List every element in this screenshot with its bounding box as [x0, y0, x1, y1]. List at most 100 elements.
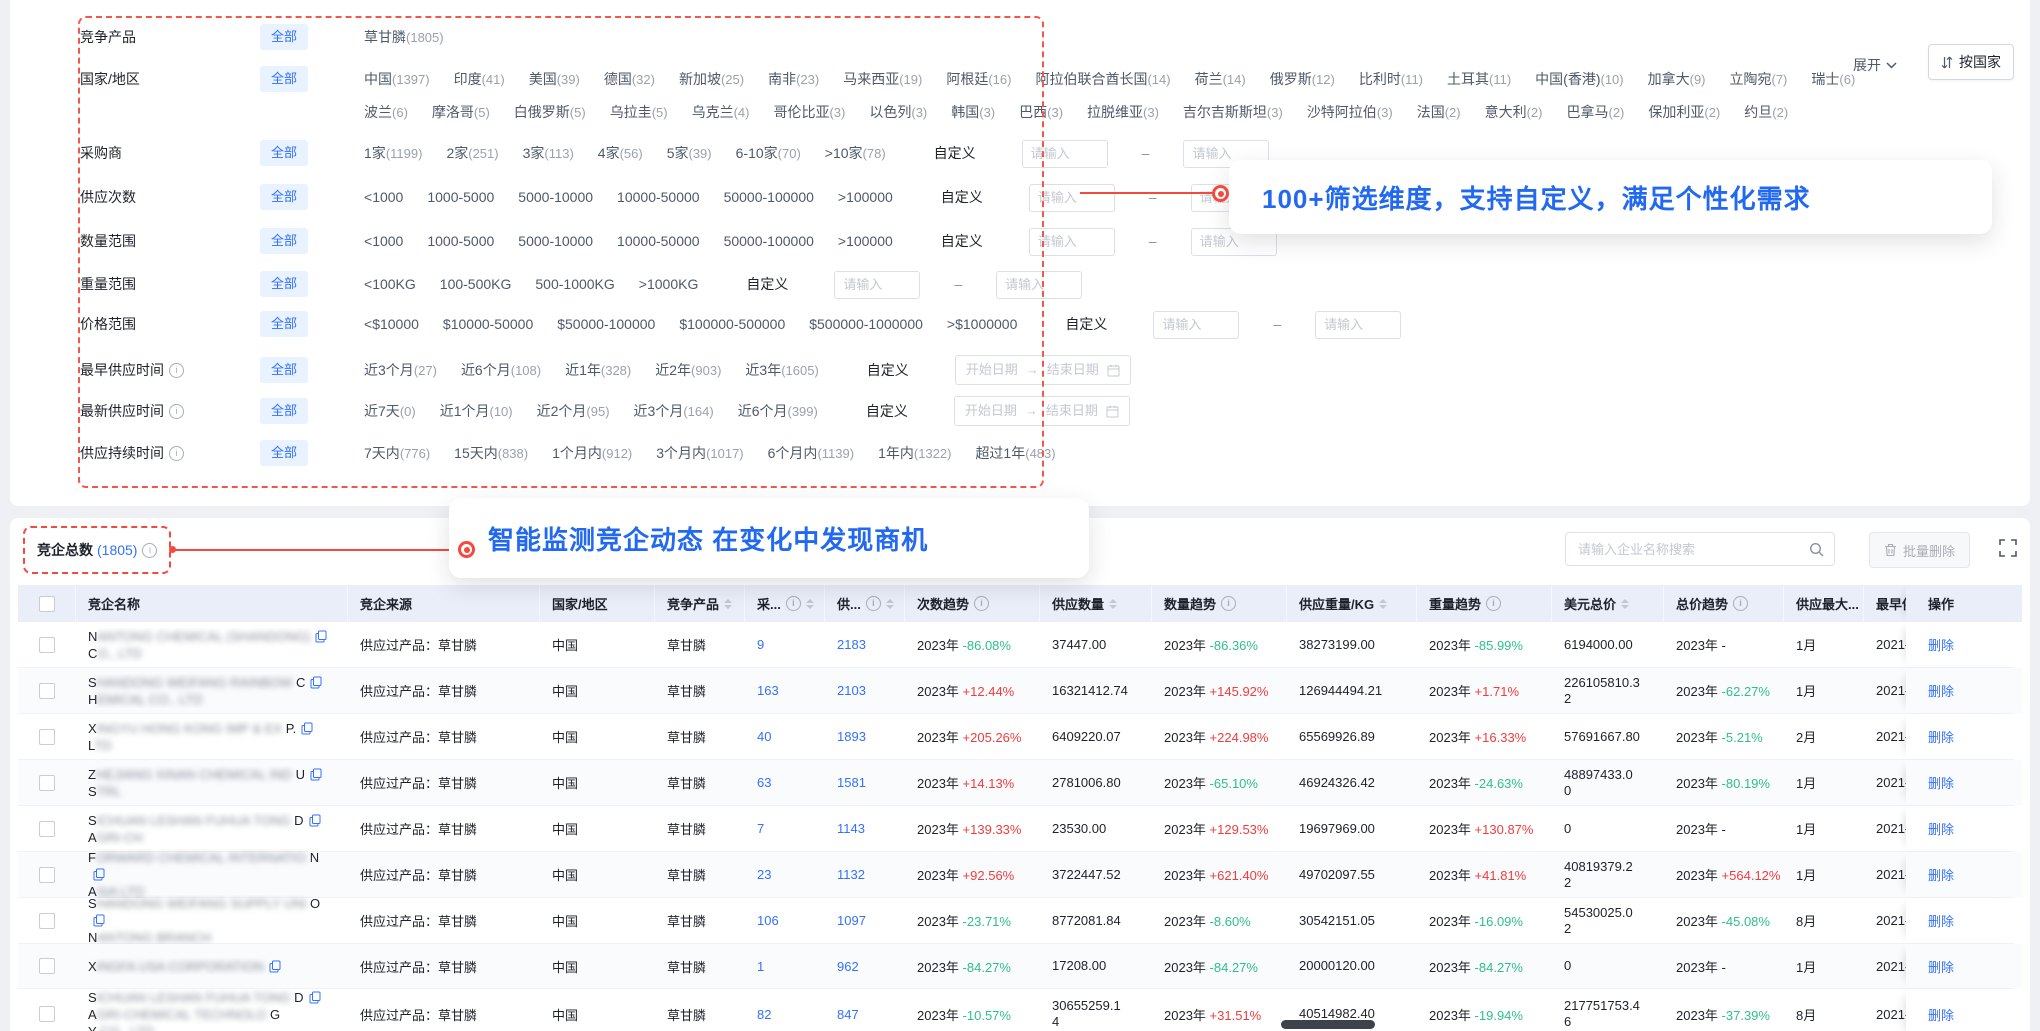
filter-option[interactable]: 瑞士(6) — [1811, 64, 1855, 95]
filter-min-input[interactable] — [1029, 228, 1115, 256]
row-checkbox[interactable] — [39, 1006, 55, 1022]
filter-option[interactable]: 韩国(3) — [951, 97, 995, 128]
row-checkbox[interactable] — [39, 821, 55, 837]
filter-custom-label[interactable]: 自定义 — [1065, 309, 1107, 339]
filter-min-input[interactable] — [1153, 311, 1239, 339]
row-checkbox[interactable] — [39, 958, 55, 974]
info-icon[interactable]: i — [142, 543, 157, 558]
buyers-count-link[interactable]: 7 — [757, 821, 764, 836]
delete-link[interactable]: 删除 — [1928, 635, 1954, 654]
supply-times-link[interactable]: 962 — [837, 959, 859, 974]
filter-all-chip[interactable]: 全部 — [260, 66, 308, 92]
filter-option[interactable]: 4家(56) — [598, 138, 643, 169]
filter-custom-label[interactable]: 自定义 — [941, 182, 983, 212]
filter-option[interactable]: 10000-50000 — [617, 226, 700, 256]
filter-option[interactable]: $10000-50000 — [443, 309, 533, 339]
supply-times-link[interactable]: 2183 — [837, 637, 866, 652]
fullscreen-icon[interactable] — [1998, 538, 2020, 560]
filter-option[interactable]: 摩洛哥(5) — [432, 97, 490, 128]
company-search-input[interactable] — [1576, 541, 1809, 558]
copy-icon[interactable] — [301, 722, 313, 735]
filter-option[interactable]: 2家(251) — [446, 138, 498, 169]
filter-option[interactable]: >$1000000 — [947, 309, 1017, 339]
row-checkbox[interactable] — [39, 775, 55, 791]
row-checkbox[interactable] — [39, 867, 55, 883]
filter-option[interactable]: 近3年(1605) — [745, 355, 818, 386]
copy-icon[interactable] — [309, 814, 321, 827]
copy-icon[interactable] — [310, 676, 322, 689]
supply-times-link[interactable]: 1581 — [837, 775, 866, 790]
filter-option[interactable]: 乌拉圭(5) — [610, 97, 668, 128]
search-icon[interactable] — [1809, 542, 1824, 557]
filter-option[interactable]: 3家(113) — [523, 138, 574, 169]
filter-option[interactable]: >10家(78) — [825, 138, 886, 169]
filter-option[interactable]: 比利时(11) — [1359, 64, 1423, 95]
filter-max-input[interactable] — [1315, 311, 1401, 339]
supply-times-link[interactable]: 847 — [837, 1007, 859, 1022]
by-country-button[interactable]: 按国家 — [1928, 44, 2014, 80]
filter-option[interactable]: >1000KG — [639, 269, 699, 299]
filter-option[interactable]: $500000-1000000 — [809, 309, 923, 339]
expand-toggle[interactable]: 展开 — [1853, 50, 1897, 80]
buyers-count-link[interactable]: 82 — [757, 1007, 771, 1022]
delete-link[interactable]: 删除 — [1928, 911, 1954, 930]
filter-option[interactable]: 南非(23) — [768, 64, 819, 95]
sort-icon[interactable] — [806, 599, 814, 609]
filter-option[interactable]: <$10000 — [364, 309, 419, 339]
filter-option[interactable]: $100000-500000 — [679, 309, 785, 339]
filter-all-chip[interactable]: 全部 — [260, 311, 308, 337]
buyers-count-link[interactable]: 9 — [757, 637, 764, 652]
copy-icon[interactable] — [93, 914, 105, 927]
supply-times-link[interactable]: 1143 — [837, 821, 865, 836]
filter-option[interactable]: 1家(1199) — [364, 138, 422, 169]
filter-option[interactable]: 以色列(3) — [869, 97, 927, 128]
filter-option[interactable]: 沙特阿拉伯(3) — [1307, 97, 1393, 128]
row-checkbox[interactable] — [39, 729, 55, 745]
filter-option[interactable]: 10000-50000 — [617, 182, 700, 212]
filter-option[interactable]: <1000 — [364, 226, 403, 256]
filter-option[interactable]: 吉尔吉斯斯坦(3) — [1183, 97, 1283, 128]
filter-option[interactable]: 加拿大(9) — [1648, 64, 1706, 95]
filter-min-input[interactable] — [1022, 140, 1108, 168]
filter-option[interactable]: 近2年(903) — [655, 355, 721, 386]
buyers-count-link[interactable]: 23 — [757, 867, 771, 882]
copy-icon[interactable] — [315, 630, 327, 643]
delete-link[interactable]: 删除 — [1928, 957, 1954, 976]
filter-option[interactable]: 近7天(0) — [364, 396, 416, 427]
filter-option[interactable]: 阿拉伯联合酋长国(14) — [1035, 64, 1170, 95]
filter-option[interactable]: 德国(32) — [604, 64, 655, 95]
filter-custom-label[interactable]: 自定义 — [866, 396, 908, 426]
filter-option[interactable]: 5家(39) — [667, 138, 712, 169]
delete-link[interactable]: 删除 — [1928, 773, 1954, 792]
filter-all-chip[interactable]: 全部 — [260, 228, 308, 254]
filter-min-input[interactable] — [834, 271, 920, 299]
filter-option[interactable]: <100KG — [364, 269, 416, 299]
sort-icon[interactable] — [1109, 599, 1117, 609]
filter-option[interactable]: 1年内(1322) — [878, 438, 951, 469]
filter-option[interactable]: >100000 — [838, 182, 893, 212]
filter-option[interactable]: 乌克兰(4) — [692, 97, 750, 128]
sort-icon[interactable] — [1379, 599, 1387, 609]
sort-icon[interactable] — [724, 599, 732, 609]
filter-option[interactable]: 巴拿马(2) — [1566, 97, 1624, 128]
filter-option[interactable]: 白俄罗斯(5) — [514, 97, 586, 128]
filter-option[interactable]: 5000-10000 — [518, 226, 593, 256]
filter-option[interactable]: 6个月内(1139) — [768, 438, 854, 469]
filter-custom-label[interactable]: 自定义 — [746, 269, 788, 299]
filter-option[interactable]: 近6个月(108) — [461, 355, 541, 386]
filter-min-input[interactable] — [1029, 184, 1115, 212]
filter-option[interactable]: 土耳其(11) — [1447, 64, 1511, 95]
filter-option[interactable]: 约旦(2) — [1744, 97, 1788, 128]
filter-option[interactable]: 近6个月(399) — [738, 396, 818, 427]
filter-max-input[interactable] — [996, 271, 1082, 299]
filter-option[interactable]: 马来西亚(19) — [843, 64, 922, 95]
filter-option[interactable]: 波兰(6) — [364, 97, 408, 128]
filter-option[interactable]: 1个月内(912) — [552, 438, 632, 469]
filter-option[interactable]: 中国(1397) — [364, 64, 430, 95]
copy-icon[interactable] — [310, 768, 322, 781]
filter-option[interactable]: >100000 — [838, 226, 893, 256]
filter-option[interactable]: 近3个月(164) — [634, 396, 714, 427]
filter-custom-label[interactable]: 自定义 — [867, 355, 909, 385]
table-scroll-area[interactable]: 竞企名称竞企来源国家/地区竞争产品采...i供...i次数趋势i供应数量数量趋势… — [18, 585, 2022, 1031]
filter-option[interactable]: 1000-5000 — [427, 182, 494, 212]
